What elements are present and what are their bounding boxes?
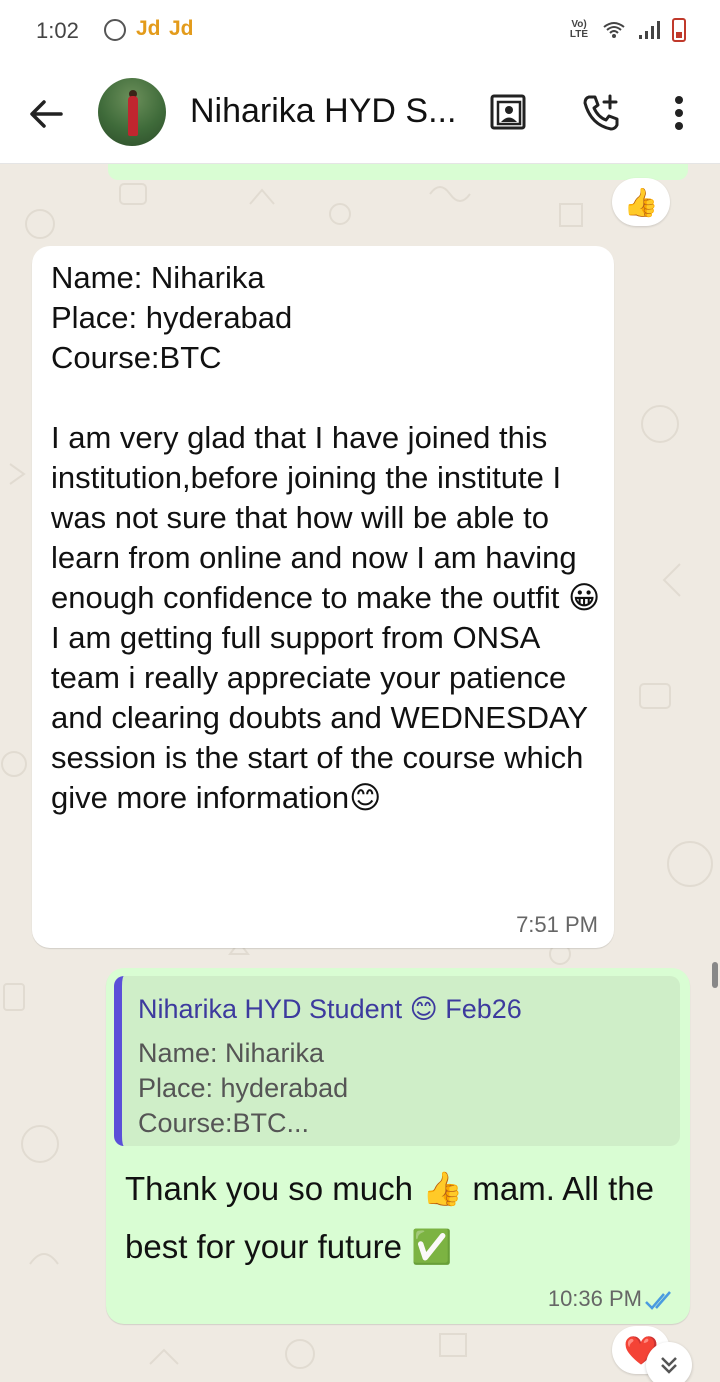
volte-icon: Vo) LTE (569, 19, 589, 40)
outgoing-message-text: Thank you so much 👍 mam. All the best fo… (125, 1170, 654, 1265)
scroll-to-bottom-button[interactable] (646, 1342, 692, 1382)
back-arrow-icon (30, 100, 63, 128)
chat-header: Niharika HYD S... (0, 62, 720, 164)
previous-message-bubble[interactable] (108, 164, 688, 180)
battery-icon (672, 18, 686, 42)
double-chevron-down-icon (661, 1357, 677, 1374)
status-bar: 1:02 Jd Jd Vo) LTE (0, 0, 720, 62)
video-call-button[interactable] (486, 90, 532, 136)
back-button[interactable] (24, 92, 68, 136)
read-receipt-icon (645, 1291, 671, 1310)
wifi-icon (603, 22, 625, 38)
quoted-message[interactable]: Niharika HYD Student 😊 Feb26 Name: Nihar… (114, 976, 680, 1146)
more-options-button[interactable] (656, 90, 702, 136)
whatsapp-notification-icon (104, 19, 126, 41)
scrollbar[interactable] (712, 962, 718, 988)
incoming-message[interactable]: Name: Niharika Place: hyderabad Course:B… (32, 246, 614, 948)
outgoing-message[interactable]: Niharika HYD Student 😊 Feb26 Name: Nihar… (106, 968, 690, 1324)
incoming-message-text: Name: Niharika Place: hyderabad Course:B… (51, 260, 601, 815)
incoming-message-time: 7:51 PM (516, 912, 598, 937)
outgoing-message-time: 10:36 PM (547, 1286, 642, 1311)
notification-jd-2: Jd (169, 17, 194, 40)
chat-area[interactable]: 👍 Name: Niharika Place: hyderabad Course… (0, 164, 720, 1382)
more-vert-icon (675, 96, 683, 130)
add-call-button[interactable] (578, 90, 624, 136)
reaction-thumbs-up[interactable]: 👍 (612, 178, 670, 226)
quoted-text: Name: Niharika Place: hyderabad Course:B… (138, 1038, 349, 1138)
status-time: 1:02 (36, 18, 79, 43)
video-call-icon (490, 94, 526, 130)
add-call-icon (583, 94, 619, 131)
avatar[interactable] (98, 78, 166, 146)
notification-jd-1: Jd (136, 17, 161, 40)
contact-name[interactable]: Niharika HYD S... (190, 92, 456, 131)
signal-icon (639, 21, 660, 39)
quoted-author: Niharika HYD Student 😊 Feb26 (138, 994, 522, 1024)
